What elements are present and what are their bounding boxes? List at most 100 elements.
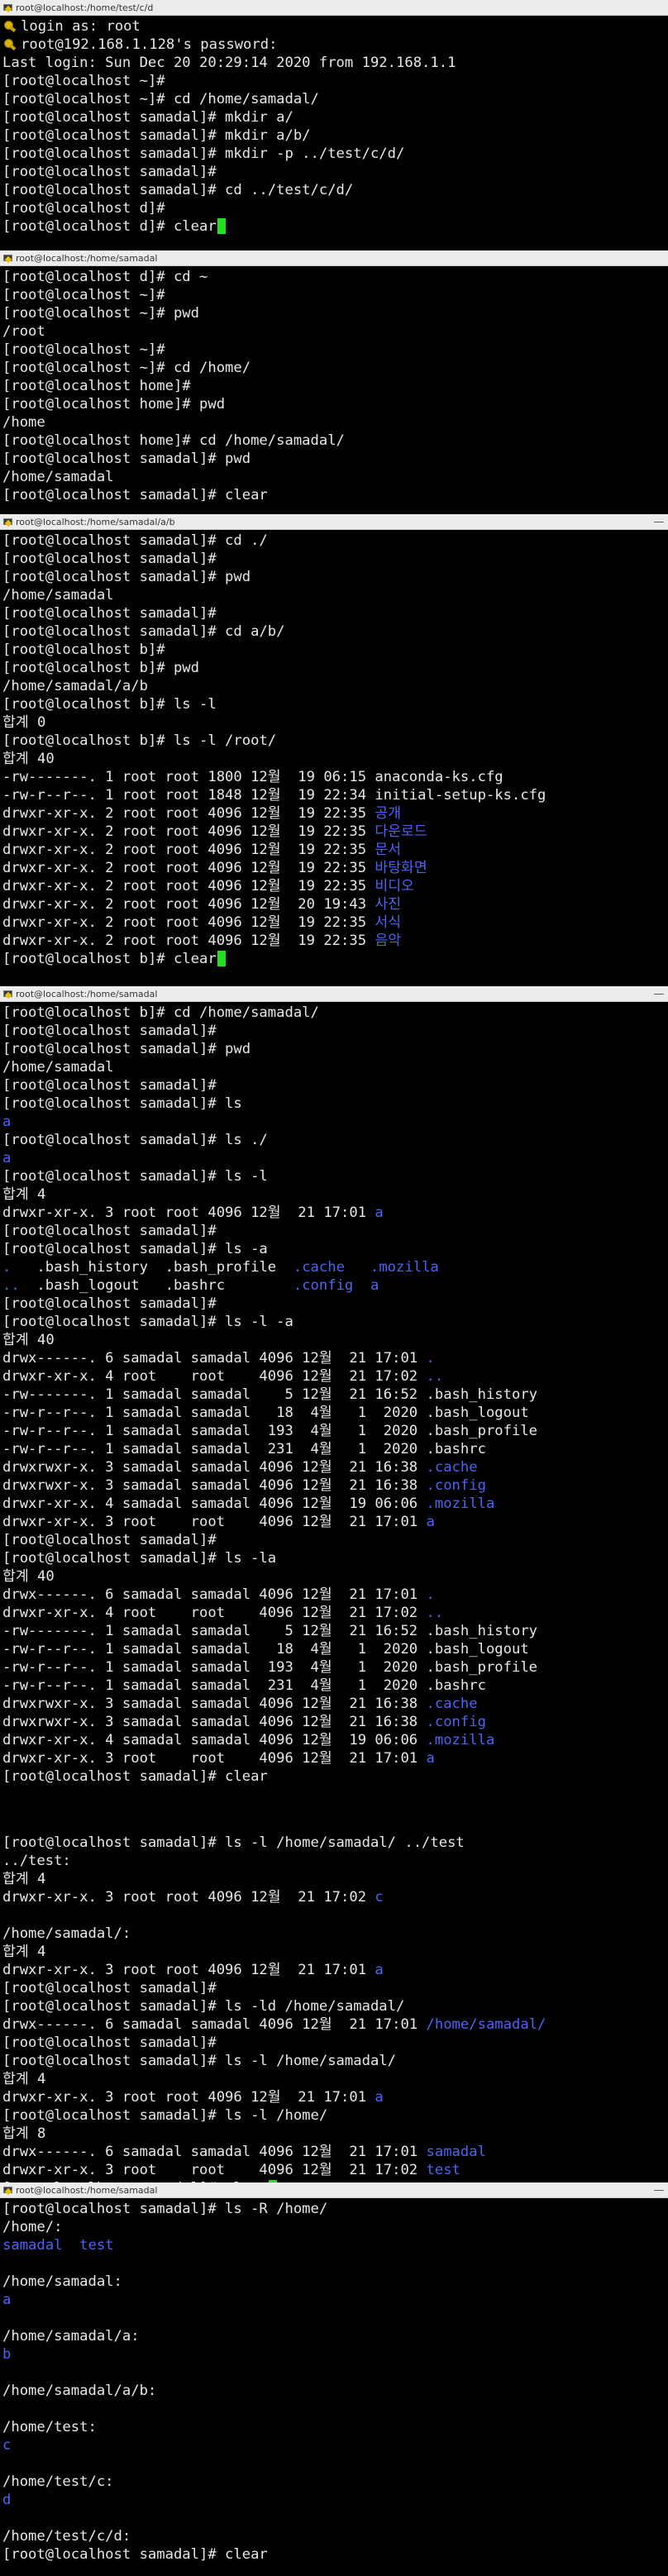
terminal-text: drwxrwxr-x. 3 samadal samadal 4096 12월 2… [2,1696,427,1712]
terminal-text: [root@localhost samadal]# ls -ld /home/s… [2,1998,405,2015]
putty-icon [3,990,12,999]
terminal-line: /home/test/c: [2,2473,668,2491]
minimize-button[interactable]: — [650,516,668,528]
terminal-text: /home/samadal/a: [2,2328,140,2345]
terminal-output[interactable]: [root@localhost samadal]# ls -R /home/ /h… [0,2198,668,2564]
terminal-line: a [2,2291,668,2309]
terminal-text: drwxr-xr-x. 2 root root 4096 12월 19 22:3… [2,878,375,894]
terminal-line: [root@localhost samadal]# ls -l /home/sa… [2,1834,668,1852]
window-titlebar[interactable]: root@localhost:/home/samadal [0,250,668,266]
terminal-text: /root [2,323,45,340]
directory-name: a [370,1277,379,1294]
terminal-line: [root@localhost samadal]# mkdir a/ [2,108,668,126]
directory-name: d [2,2492,12,2508]
terminal-line: [root@localhost d]# cd ~ [2,268,668,286]
terminal-text: drwxr-xr-x. 3 root root 4096 12월 21 17:0… [2,1962,375,1978]
terminal-line: login as: root [2,17,668,36]
terminal-line: drwxr-xr-x. 2 root root 4096 12월 19 22:3… [2,932,668,950]
terminal-output[interactable]: [root@localhost samadal]# cd ./ [root@loc… [0,530,668,968]
terminal-text: [root@localhost samadal]# mkdir -p ../te… [2,145,405,162]
terminal-line: [root@localhost d]# clear [2,217,668,236]
terminal-line: /home/samadal [2,586,668,604]
terminal-text: drwxr-xr-x. 3 root root 4096 12월 21 17:0… [2,2089,375,2106]
terminal-line: c [2,2436,668,2454]
directory-name: c [375,1889,384,1906]
terminal-line: [root@localhost ~]# cd /home/ [2,359,668,377]
terminal-line: [root@localhost samadal]# ls [2,1095,668,1113]
terminal-text: root@192.168.1.128's password: [21,36,278,53]
terminal-line: drwxrwxr-x. 3 samadal samadal 4096 12월 2… [2,1695,668,1713]
terminal-text: 합계 4 [2,1944,46,1960]
terminal-line: /home/: [2,2218,668,2236]
terminal-line: [root@localhost samadal]# clear [2,1767,668,1786]
terminal-line: [root@localhost samadal]# cd ./ [2,532,668,550]
terminal-output[interactable]: login as: root root@192.168.1.128's passw… [0,16,668,236]
directory-name: .config [293,1277,354,1294]
terminal-text: [root@localhost b]# ls -l [2,696,217,713]
terminal-line: [root@localhost home]# [2,377,668,395]
minimize-button[interactable]: — [650,2184,668,2197]
putty-icon [3,254,12,263]
terminal-line: root@192.168.1.128's password: [2,36,668,54]
terminal-line: drwxr-xr-x. 4 root root 4096 12월 21 17:0… [2,1367,668,1386]
terminal-text: [root@localhost b]# [2,642,165,658]
terminal-text: -rw-------. 1 samadal samadal 5 12월 21 1… [2,1623,538,1639]
terminal-line: . .bash_history .bash_profile .cache .mo… [2,1258,668,1276]
minimize-button[interactable]: — [650,988,668,1000]
terminal-line: [root@localhost samadal]# ls -a [2,1240,668,1258]
putty-window: root@localhost:/home/samadal/a/b — [root@l… [0,514,668,968]
terminal-text: [root@localhost b]# ls -l /root/ [2,732,277,749]
window-titlebar[interactable]: root@localhost:/home/samadal — [0,986,668,1002]
terminal-line: [root@localhost b]# [2,641,668,659]
terminal-text: drwxr-xr-x. 2 root root 4096 12월 19 22:3… [2,860,375,876]
terminal-line: drwxr-xr-x. 3 root root 4096 12월 21 17:0… [2,1888,668,1906]
terminal-text: /home/: [2,2219,63,2235]
terminal-text: [root@localhost samadal]# ls -a [2,1241,268,1257]
terminal-text: [root@localhost samadal]# mkdir a/b/ [2,127,311,144]
terminal-line: /home/samadal [2,1058,668,1076]
window-titlebar[interactable]: root@localhost:/home/samadal/a/b — [0,514,668,530]
window-titlebar[interactable]: root@localhost:/home/samadal — [0,2182,668,2198]
terminal-text: [root@localhost samadal]# [2,2035,217,2051]
directory-name: .cache [426,1459,478,1476]
terminal-text: drwxr-xr-x. 4 root root 4096 12월 21 17:0… [2,1605,427,1621]
directory-name: .cache [426,1696,478,1712]
terminal-text: drwxr-xr-x. 2 root root 4096 12월 19 22:3… [2,842,375,858]
terminal-text: [root@localhost ~]# [2,73,165,89]
terminal-line: 합계 4 [2,1870,668,1888]
terminal-line: drwxr-xr-x. 3 root root 4096 12월 21 17:0… [2,1204,668,1222]
terminal-text: [root@localhost b]# clear [2,951,217,967]
terminal-text: /home/test/c/d: [2,2528,131,2545]
terminal-line: Last login: Sun Dec 20 20:29:14 2020 fro… [2,54,668,72]
terminal-line: 합계 40 [2,1567,668,1586]
directory-name: . [426,1350,435,1367]
terminal-text: 합계 40 [2,1332,55,1348]
directory-name: . [2,1259,12,1276]
terminal-line: drwxr-xr-x. 2 root root 4096 12월 20 19:4… [2,895,668,914]
terminal-line: drwxr-xr-x. 4 samadal samadal 4096 12월 1… [2,1495,668,1513]
terminal-line: /root [2,322,668,341]
terminal-output[interactable]: [root@localhost b]# cd /home/samadal/ [ro… [0,1002,668,1786]
terminal-text: [root@localhost samadal]# ls -la [2,1550,277,1567]
terminal-text: drwxr-xr-x. 3 root root 4096 12월 21 17:0… [2,2162,427,2178]
directory-name: a [375,1962,384,1978]
terminal-text: -rw-r--r--. 1 samadal samadal 193 4월 1 2… [2,1659,538,1676]
terminal-line: -rw-r--r--. 1 samadal samadal 193 4월 1 2… [2,1658,668,1677]
terminal-text: [root@localhost samadal]# ls ./ [2,1132,268,1148]
terminal-line: [root@localhost samadal]# mkdir a/b/ [2,126,668,145]
terminal-line: -rw-r--r--. 1 samadal samadal 193 4월 1 2… [2,1422,668,1440]
terminal-line: drwxr-xr-x. 2 root root 4096 12월 19 22:3… [2,859,668,877]
terminal-output[interactable]: [root@localhost samadal]# ls -l /home/sa… [0,1832,668,2197]
screenshot-stack: root@localhost:/home/test/c/d login as: r… [0,0,668,2576]
terminal-line: drwx------. 6 samadal samadal 4096 12월 2… [2,1586,668,1604]
terminal-text: .bash_logout .bashrc [19,1277,293,1294]
window-titlebar[interactable]: root@localhost:/home/test/c/d [0,0,668,16]
directory-name: samadal [2,2237,63,2254]
terminal-text: [root@localhost ~]# cd /home/ [2,360,251,376]
putty-window: root@localhost:/home/samadal [root@localh… [0,250,668,504]
terminal-text: drwxrwxr-x. 3 samadal samadal 4096 12월 2… [2,1477,427,1494]
terminal-output[interactable]: [root@localhost d]# cd ~ [root@localhost … [0,266,668,504]
terminal-line: [root@localhost samadal]# ls -R /home/ [2,2200,668,2218]
terminal-text: drwxr-xr-x. 2 root root 4096 12월 19 22:3… [2,823,375,840]
